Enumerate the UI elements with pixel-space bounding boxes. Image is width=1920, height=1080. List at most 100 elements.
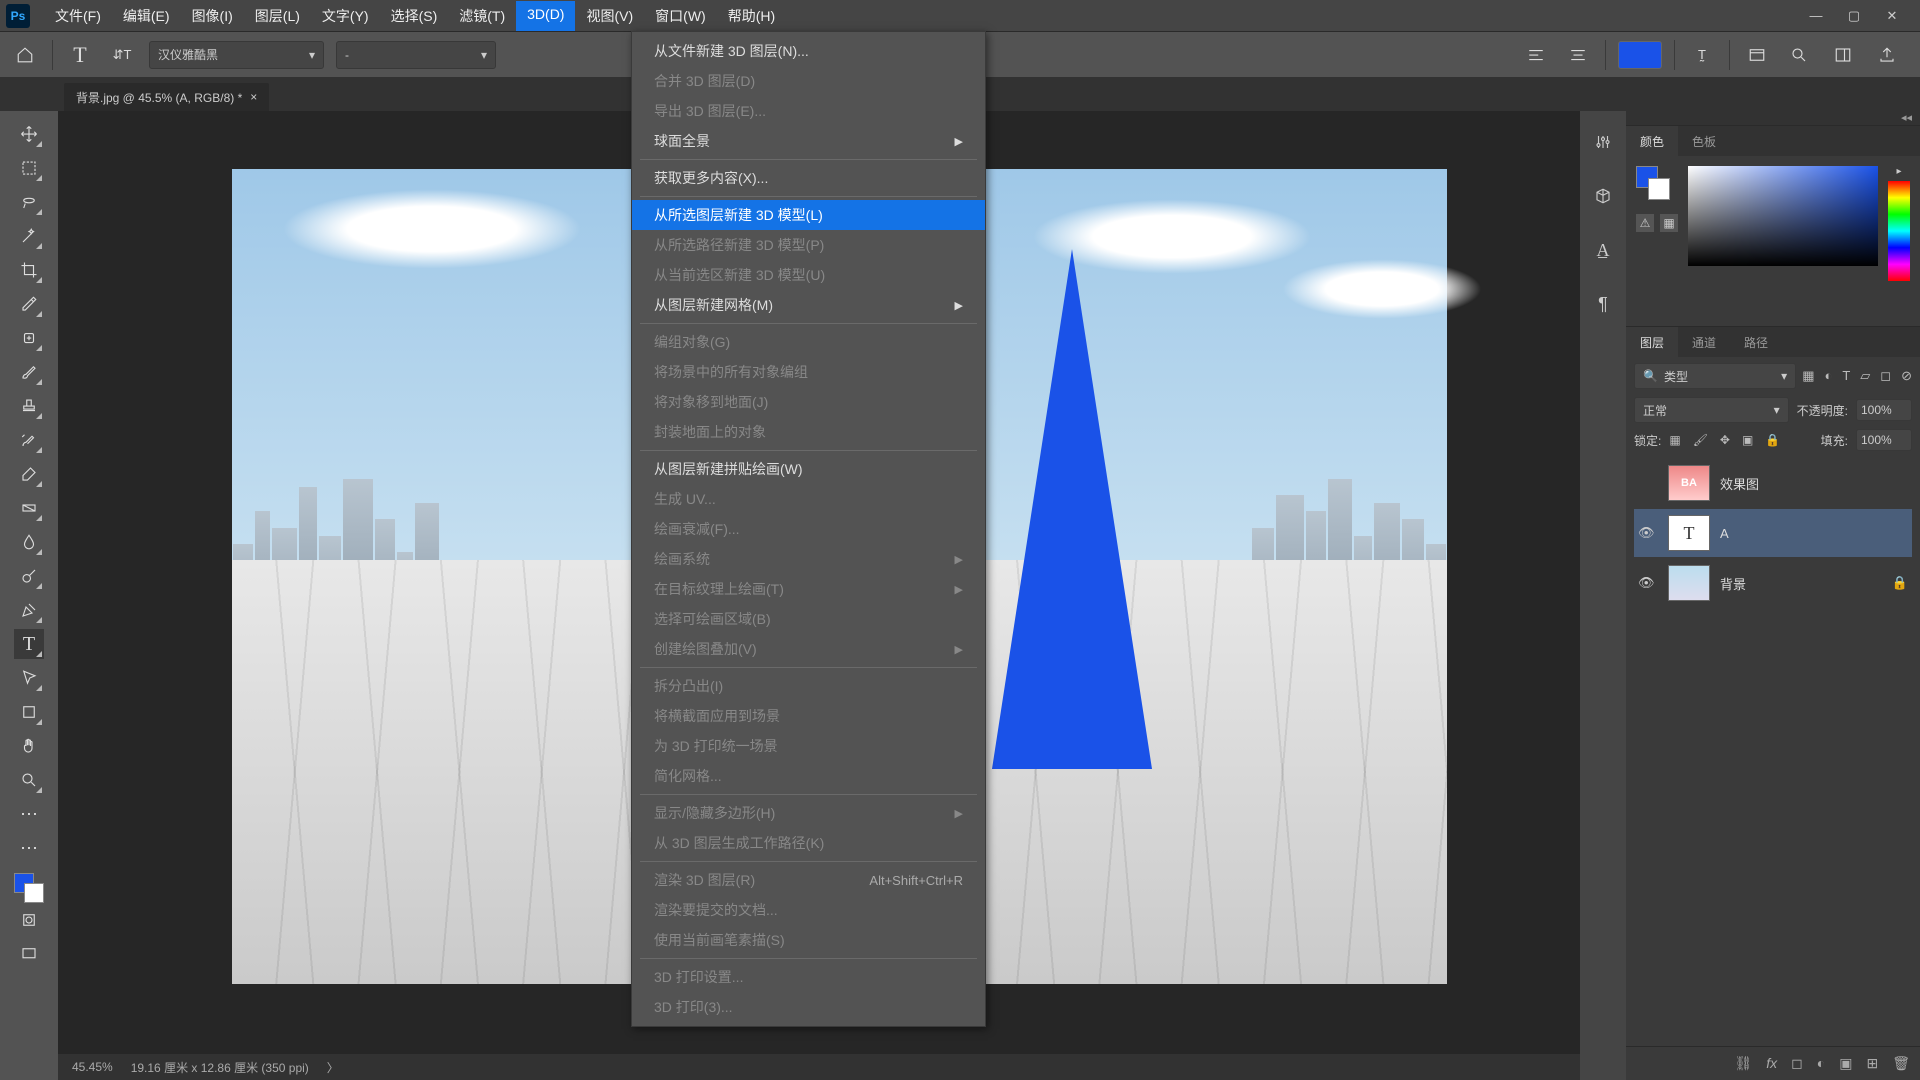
menu-item[interactable]: 从图层新建网格(M)▶ [632,290,985,320]
lasso-tool[interactable] [14,187,44,217]
lock-paint-icon[interactable]: 🖌 [1693,433,1708,447]
layer-row[interactable]: 👁 TA [1634,509,1912,557]
menu-item[interactable]: 从图层新建拼贴绘画(W) [632,454,985,484]
heal-tool[interactable] [14,323,44,353]
font-family-dropdown[interactable]: 汉仪雅酷黑▾ [149,41,324,69]
layer-filter-dropdown[interactable]: 🔍类型▾ [1634,363,1796,389]
lock-all-icon[interactable]: 🔒 [1765,433,1780,447]
layer-name[interactable]: A [1720,526,1908,541]
hue-slider[interactable] [1888,181,1910,281]
cube-icon[interactable] [1590,183,1616,209]
tab-paths[interactable]: 路径 [1730,327,1782,357]
maximize-button[interactable]: ▢ [1844,6,1864,26]
menu-窗口[interactable]: 窗口(W) [644,1,717,31]
text-tool-icon[interactable]: T [65,40,95,70]
align-left-icon[interactable] [1521,40,1551,70]
menu-滤镜[interactable]: 滤镜(T) [448,1,516,31]
edit-toolbar[interactable]: ⋯ [14,833,44,863]
blend-mode-dropdown[interactable]: 正常▾ [1634,397,1789,423]
layer-name[interactable]: 背景 [1720,574,1882,593]
visibility-icon[interactable]: 👁 [1638,525,1658,541]
pen-tool[interactable] [14,595,44,625]
menu-视图[interactable]: 视图(V) [575,1,644,31]
menu-item[interactable]: 获取更多内容(X)... [632,163,985,193]
menu-item[interactable]: 从文件新建 3D 图层(N)... [632,36,985,66]
align-center-icon[interactable] [1563,40,1593,70]
menu-编辑[interactable]: 编辑(E) [112,1,181,31]
chevron-right-icon[interactable]: 〉 [327,1059,339,1076]
menu-选择[interactable]: 选择(S) [380,1,449,31]
eyedropper-tool[interactable] [14,289,44,319]
tab-swatches[interactable]: 色板 [1678,126,1730,156]
visibility-icon[interactable]: 👁 [1638,575,1658,591]
websafe-icon[interactable]: ▦ [1660,214,1678,232]
layer-row[interactable]: BA 效果图 [1634,459,1912,507]
wand-tool[interactable] [14,221,44,251]
filter-shape-icon[interactable]: ▱ [1860,368,1870,384]
adjust-icon[interactable] [1590,129,1616,155]
mask-icon[interactable]: ◻ [1791,1055,1803,1072]
layer-name[interactable]: 效果图 [1720,474,1908,493]
menu-item[interactable]: 球面全景▶ [632,126,985,156]
text-color-swatch[interactable] [1618,41,1662,69]
paragraph-icon[interactable]: ¶ [1590,291,1616,317]
filter-toggle-icon[interactable]: ⊘ [1901,368,1912,384]
menu-帮助[interactable]: 帮助(H) [717,1,786,31]
fx-icon[interactable]: fx [1766,1055,1777,1072]
hand-tool[interactable] [14,731,44,761]
move-tool[interactable] [14,119,44,149]
stamp-tool[interactable] [14,391,44,421]
warp-text-icon[interactable]: T̰ [1687,40,1717,70]
type-tool[interactable]: T [14,629,44,659]
shape-tool[interactable] [14,697,44,727]
tab-color[interactable]: 颜色 [1626,126,1678,156]
zoom-level[interactable]: 45.45% [72,1060,113,1074]
color-picker[interactable] [1688,166,1878,266]
text-orientation-icon[interactable]: ⇵T [107,40,137,70]
panel-toggle-icon[interactable] [1742,40,1772,70]
gamut-warning-icon[interactable]: ⚠ [1636,214,1654,232]
filter-smart-icon[interactable]: ◻ [1880,368,1891,384]
group-icon[interactable]: ▣ [1839,1055,1852,1072]
menu-3D[interactable]: 3D(D) [516,1,575,31]
share-icon[interactable] [1872,40,1902,70]
crop-tool[interactable] [14,255,44,285]
tab-channels[interactable]: 通道 [1678,327,1730,357]
color-swatches[interactable] [14,873,44,903]
font-style-dropdown[interactable]: -▾ [336,41,496,69]
layer-row[interactable]: 👁背景🔒 [1634,559,1912,607]
link-icon[interactable]: ⛓ [1734,1055,1752,1072]
menu-图层[interactable]: 图层(L) [244,1,311,31]
home-icon[interactable] [10,40,40,70]
workspace-icon[interactable] [1828,40,1858,70]
quick-mask[interactable] [14,905,44,935]
fill-field[interactable]: 100% [1856,429,1912,451]
menu-图像[interactable]: 图像(I) [181,1,244,31]
close-icon[interactable]: × [250,90,257,104]
collapse-arrows-icon[interactable]: ◂◂ [1626,111,1920,125]
filter-type-icon[interactable]: T [1842,368,1850,384]
layer-thumbnail[interactable]: BA [1668,465,1710,501]
tab-layers[interactable]: 图层 [1626,327,1678,357]
search-icon[interactable] [1784,40,1814,70]
minimize-button[interactable]: — [1806,6,1826,26]
zoom-tool[interactable] [14,765,44,795]
dodge-tool[interactable] [14,561,44,591]
menu-文字[interactable]: 文字(Y) [311,1,380,31]
new-layer-icon[interactable]: ⊞ [1866,1055,1878,1072]
filter-adjust-icon[interactable]: ◐ [1824,368,1832,384]
adjustment-icon[interactable]: ◐ [1817,1055,1825,1072]
layer-thumbnail[interactable]: T [1668,515,1710,551]
gradient-tool[interactable] [14,493,44,523]
eraser-tool[interactable] [14,459,44,489]
opacity-field[interactable]: 100% [1856,399,1912,421]
path-select-tool[interactable] [14,663,44,693]
close-button[interactable]: ✕ [1882,6,1902,26]
document-tab[interactable]: 背景.jpg @ 45.5% (A, RGB/8) *× [64,83,269,111]
lock-trans-icon[interactable]: ▦ [1669,433,1680,447]
lock-artboard-icon[interactable]: ▣ [1742,433,1753,447]
blur-tool[interactable] [14,527,44,557]
marquee-tool[interactable] [14,153,44,183]
filter-pixel-icon[interactable]: ▦ [1802,368,1814,384]
screen-mode[interactable] [14,939,44,969]
